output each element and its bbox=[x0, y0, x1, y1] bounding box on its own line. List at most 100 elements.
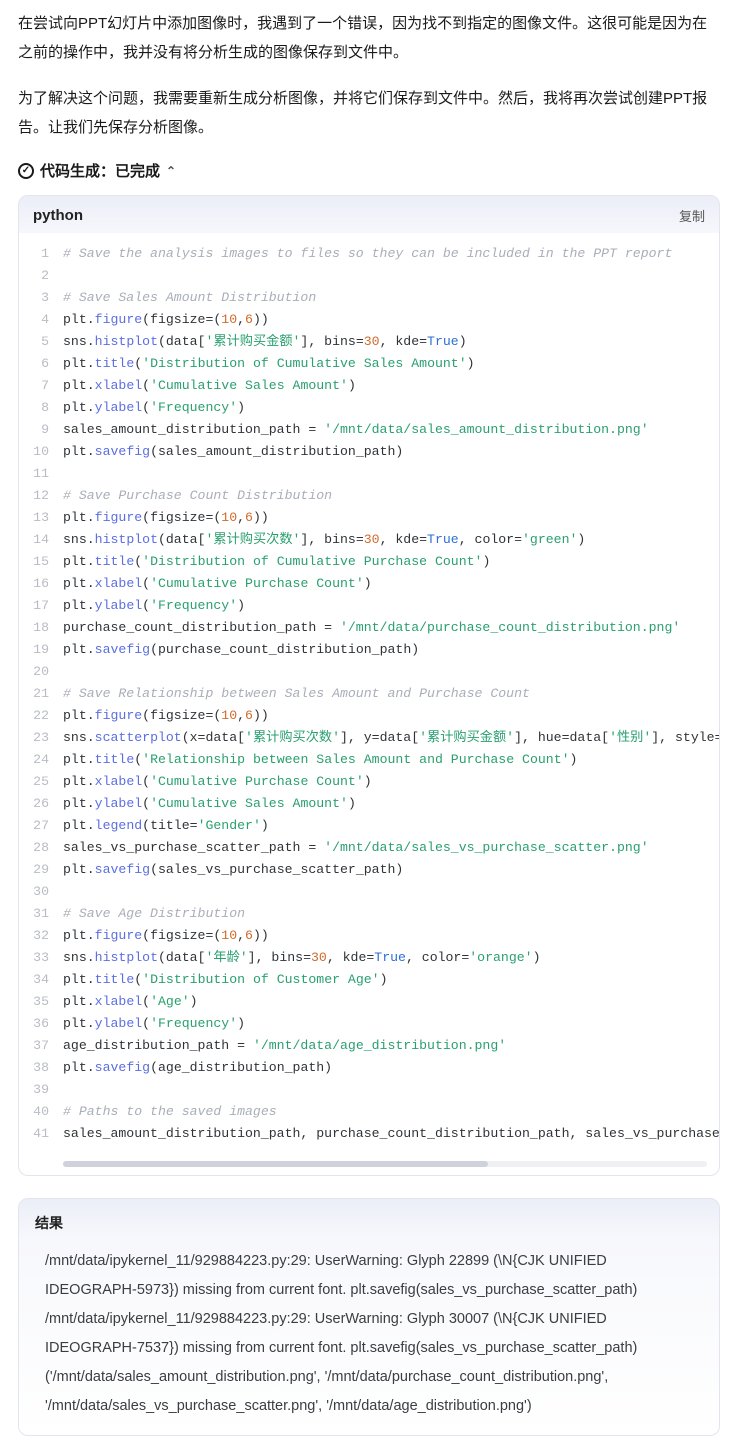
line-content: plt.xlabel('Cumulative Purchase Count') bbox=[63, 573, 719, 595]
code-header: python 复制 bbox=[19, 196, 719, 233]
line-content: # Save Relationship between Sales Amount… bbox=[63, 683, 719, 705]
code-line: 36plt.ylabel('Frequency') bbox=[19, 1013, 719, 1035]
line-content bbox=[63, 661, 719, 683]
line-number: 8 bbox=[19, 397, 63, 419]
code-line: 22plt.figure(figsize=(10,6)) bbox=[19, 705, 719, 727]
line-number: 12 bbox=[19, 485, 63, 507]
line-content: plt.figure(figsize=(10,6)) bbox=[63, 925, 719, 947]
code-line: 17plt.ylabel('Frequency') bbox=[19, 595, 719, 617]
result-line: ('/mnt/data/sales_amount_distribution.pn… bbox=[45, 1363, 693, 1421]
line-content: sales_amount_distribution_path, purchase… bbox=[63, 1123, 719, 1145]
code-block: python 复制 1# Save the analysis images to… bbox=[18, 195, 720, 1176]
line-content: plt.xlabel('Age') bbox=[63, 991, 719, 1013]
line-content: plt.title('Distribution of Cumulative Pu… bbox=[63, 551, 719, 573]
code-line: 31# Save Age Distribution bbox=[19, 903, 719, 925]
code-line: 10plt.savefig(sales_amount_distribution_… bbox=[19, 441, 719, 463]
line-number: 41 bbox=[19, 1123, 63, 1145]
line-content: plt.figure(figsize=(10,6)) bbox=[63, 309, 719, 331]
line-content: plt.ylabel('Frequency') bbox=[63, 397, 719, 419]
line-content: sns.histplot(data['年龄'], bins=30, kde=Tr… bbox=[63, 947, 719, 969]
code-line: 25plt.xlabel('Cumulative Purchase Count'… bbox=[19, 771, 719, 793]
code-line: 14sns.histplot(data['累计购买次数'], bins=30, … bbox=[19, 529, 719, 551]
result-line: /mnt/data/ipykernel_11/929884223.py:29: … bbox=[45, 1247, 693, 1305]
line-number: 34 bbox=[19, 969, 63, 991]
result-block: 结果 /mnt/data/ipykernel_11/929884223.py:2… bbox=[18, 1198, 720, 1436]
codegen-status[interactable]: ✓ 代码生成：已完成 ⌃ bbox=[18, 160, 720, 181]
line-number: 2 bbox=[19, 265, 63, 287]
code-line: 9sales_amount_distribution_path = '/mnt/… bbox=[19, 419, 719, 441]
line-number: 4 bbox=[19, 309, 63, 331]
line-number: 27 bbox=[19, 815, 63, 837]
line-number: 35 bbox=[19, 991, 63, 1013]
line-content: plt.legend(title='Gender') bbox=[63, 815, 719, 837]
code-line: 30 bbox=[19, 881, 719, 903]
result-body: /mnt/data/ipykernel_11/929884223.py:29: … bbox=[35, 1247, 703, 1421]
assistant-message: 在尝试向PPT幻灯片中添加图像时，我遇到了一个错误，因为找不到指定的图像文件。这… bbox=[18, 10, 720, 142]
code-line: 33sns.histplot(data['年龄'], bins=30, kde=… bbox=[19, 947, 719, 969]
code-line: 12# Save Purchase Count Distribution bbox=[19, 485, 719, 507]
line-number: 11 bbox=[19, 463, 63, 485]
line-content bbox=[63, 265, 719, 287]
code-line: 11 bbox=[19, 463, 719, 485]
line-number: 18 bbox=[19, 617, 63, 639]
line-content: sales_amount_distribution_path = '/mnt/d… bbox=[63, 419, 719, 441]
prose-paragraph: 为了解决这个问题，我需要重新生成分析图像，并将它们保存到文件中。然后，我将再次尝… bbox=[18, 85, 720, 142]
copy-button[interactable]: 复制 bbox=[679, 206, 705, 225]
line-number: 26 bbox=[19, 793, 63, 815]
line-number: 13 bbox=[19, 507, 63, 529]
line-number: 38 bbox=[19, 1057, 63, 1079]
line-content: purchase_count_distribution_path = '/mnt… bbox=[63, 617, 719, 639]
code-line: 41sales_amount_distribution_path, purcha… bbox=[19, 1123, 719, 1145]
line-number: 32 bbox=[19, 925, 63, 947]
line-number: 5 bbox=[19, 331, 63, 353]
line-number: 15 bbox=[19, 551, 63, 573]
line-number: 25 bbox=[19, 771, 63, 793]
code-line: 6plt.title('Distribution of Cumulative S… bbox=[19, 353, 719, 375]
line-content: age_distribution_path = '/mnt/data/age_d… bbox=[63, 1035, 719, 1057]
line-content bbox=[63, 1079, 719, 1101]
line-content: plt.savefig(age_distribution_path) bbox=[63, 1057, 719, 1079]
line-number: 16 bbox=[19, 573, 63, 595]
line-number: 14 bbox=[19, 529, 63, 551]
line-number: 22 bbox=[19, 705, 63, 727]
code-body[interactable]: 1# Save the analysis images to files so … bbox=[19, 233, 719, 1155]
line-number: 28 bbox=[19, 837, 63, 859]
line-content: sns.histplot(data['累计购买金额'], bins=30, kd… bbox=[63, 331, 719, 353]
line-number: 7 bbox=[19, 375, 63, 397]
line-content: # Save Sales Amount Distribution bbox=[63, 287, 719, 309]
line-content: # Save Age Distribution bbox=[63, 903, 719, 925]
prose-paragraph: 在尝试向PPT幻灯片中添加图像时，我遇到了一个错误，因为找不到指定的图像文件。这… bbox=[18, 10, 720, 67]
code-line: 4plt.figure(figsize=(10,6)) bbox=[19, 309, 719, 331]
check-circle-icon: ✓ bbox=[18, 163, 34, 179]
scrollbar-thumb[interactable] bbox=[63, 1161, 488, 1167]
code-line: 29plt.savefig(sales_vs_purchase_scatter_… bbox=[19, 859, 719, 881]
code-line: 2 bbox=[19, 265, 719, 287]
line-number: 19 bbox=[19, 639, 63, 661]
code-line: 15plt.title('Distribution of Cumulative … bbox=[19, 551, 719, 573]
line-number: 39 bbox=[19, 1079, 63, 1101]
code-line: 24plt.title('Relationship between Sales … bbox=[19, 749, 719, 771]
codegen-status-label: 代码生成：已完成 bbox=[40, 160, 160, 181]
line-content: plt.figure(figsize=(10,6)) bbox=[63, 507, 719, 529]
line-number: 37 bbox=[19, 1035, 63, 1057]
line-content: sns.histplot(data['累计购买次数'], bins=30, kd… bbox=[63, 529, 719, 551]
line-content: sales_vs_purchase_scatter_path = '/mnt/d… bbox=[63, 837, 719, 859]
code-line: 8plt.ylabel('Frequency') bbox=[19, 397, 719, 419]
line-number: 20 bbox=[19, 661, 63, 683]
line-number: 17 bbox=[19, 595, 63, 617]
code-line: 20 bbox=[19, 661, 719, 683]
horizontal-scrollbar[interactable] bbox=[63, 1161, 707, 1167]
line-number: 31 bbox=[19, 903, 63, 925]
line-content: plt.ylabel('Frequency') bbox=[63, 1013, 719, 1035]
code-line: 5sns.histplot(data['累计购买金额'], bins=30, k… bbox=[19, 331, 719, 353]
code-line: 27plt.legend(title='Gender') bbox=[19, 815, 719, 837]
code-line: 19plt.savefig(purchase_count_distributio… bbox=[19, 639, 719, 661]
code-language-label: python bbox=[33, 207, 83, 224]
code-line: 40# Paths to the saved images bbox=[19, 1101, 719, 1123]
code-line: 16plt.xlabel('Cumulative Purchase Count'… bbox=[19, 573, 719, 595]
code-line: 3# Save Sales Amount Distribution bbox=[19, 287, 719, 309]
line-content: plt.ylabel('Cumulative Sales Amount') bbox=[63, 793, 719, 815]
line-number: 3 bbox=[19, 287, 63, 309]
chevron-up-icon: ⌃ bbox=[166, 164, 176, 178]
code-line: 34plt.title('Distribution of Customer Ag… bbox=[19, 969, 719, 991]
